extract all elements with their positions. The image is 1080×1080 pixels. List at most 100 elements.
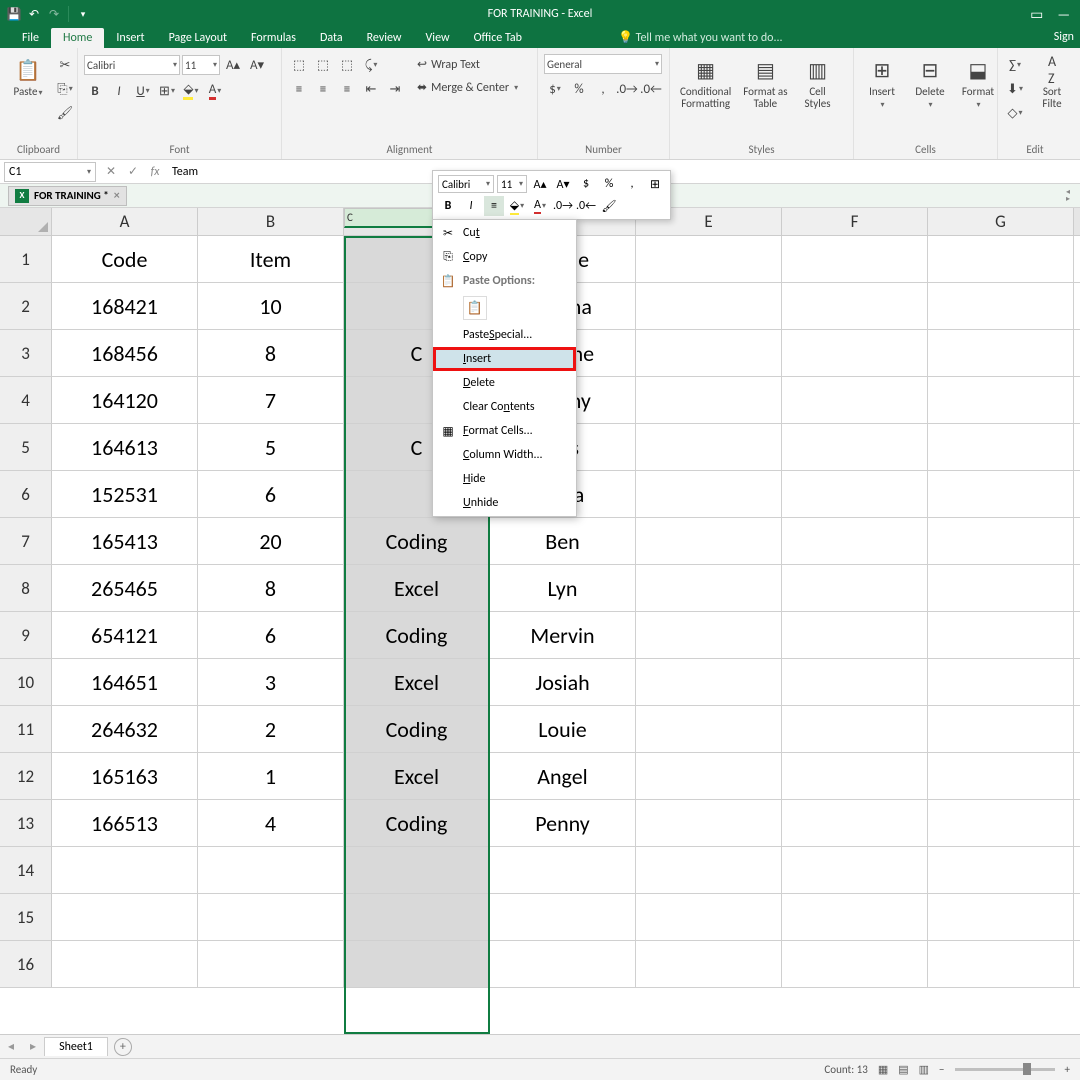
tab-review[interactable]: Review [355,28,414,48]
cell[interactable]: Lyn [490,565,636,611]
cell[interactable]: 168456 [52,330,198,376]
cell[interactable] [782,612,928,658]
mini-font-size[interactable]: 11▾ [497,175,527,193]
cell[interactable]: Excel [344,659,490,705]
row-header[interactable]: 8 [0,565,52,611]
decrease-decimal-icon[interactable]: .0← [640,78,662,100]
conditional-formatting-button[interactable]: ▦Conditional Formatting [676,54,735,112]
align-left-icon[interactable]: ≡ [288,78,310,100]
cell[interactable] [198,894,344,940]
mini-grow-font-icon[interactable]: A▴ [530,174,550,194]
row-header[interactable]: 2 [0,283,52,329]
insert-cells-button[interactable]: ⊞Insert▾ [860,54,904,113]
cell[interactable] [636,894,782,940]
increase-indent-icon[interactable]: ⇥ [384,78,406,100]
format-cells-button[interactable]: ⬓Format▾ [956,54,1000,113]
tab-view[interactable]: View [414,28,462,48]
cell[interactable] [928,706,1074,752]
clear-icon[interactable]: ◇▾ [1004,102,1026,124]
cell[interactable]: 164613 [52,424,198,470]
cell[interactable] [782,565,928,611]
cell[interactable] [636,753,782,799]
cell[interactable] [928,612,1074,658]
cell[interactable] [928,753,1074,799]
zoom-out-button[interactable]: − [939,1063,944,1076]
row-header[interactable]: 10 [0,659,52,705]
minimize-icon[interactable]: — [1057,6,1070,23]
copy-icon[interactable]: ⎘▾ [54,78,76,100]
confirm-entry-icon[interactable]: ✓ [122,164,144,179]
mini-font-color-icon[interactable]: A▾ [530,196,550,216]
font-family-select[interactable]: Calibri▾ [84,55,180,75]
ctx-delete[interactable]: Delete [433,371,576,395]
cell[interactable] [782,800,928,846]
cell[interactable]: 4 [198,800,344,846]
cell[interactable]: 20 [198,518,344,564]
cell[interactable]: Louie [490,706,636,752]
cell[interactable]: Excel [344,565,490,611]
view-page-layout-icon[interactable]: ▤ [898,1063,908,1076]
cell[interactable] [52,941,198,987]
cell[interactable] [928,847,1074,893]
sheet-nav-next-icon[interactable]: ▸ [22,1039,44,1054]
cell[interactable] [782,283,928,329]
delete-cells-button[interactable]: ⊟Delete▾ [908,54,952,113]
cell[interactable] [344,894,490,940]
mini-percent-icon[interactable]: % [599,174,619,194]
mini-shrink-font-icon[interactable]: A▾ [553,174,573,194]
cell[interactable] [636,847,782,893]
cell[interactable]: 164120 [52,377,198,423]
mini-format-painter-icon[interactable]: 🖌 [599,196,619,216]
cell[interactable]: 2 [198,706,344,752]
cell[interactable] [636,518,782,564]
mini-font-family[interactable]: Calibri▾ [438,175,494,193]
cell[interactable]: 264632 [52,706,198,752]
undo-icon[interactable]: ↶ [26,6,42,22]
cell[interactable]: Item [198,236,344,282]
row-header[interactable]: 13 [0,800,52,846]
sheet-tab-sheet1[interactable]: Sheet1 [44,1037,108,1056]
format-as-table-button[interactable]: ▤Format as Table [739,54,791,112]
cell[interactable]: 165413 [52,518,198,564]
cell[interactable] [636,283,782,329]
cell[interactable] [782,424,928,470]
cancel-entry-icon[interactable]: ✕ [100,164,122,179]
cell[interactable]: 166513 [52,800,198,846]
redo-icon[interactable]: ↷ [46,6,62,22]
italic-button[interactable]: I [108,80,130,102]
cell[interactable]: Coding [344,518,490,564]
cell[interactable] [928,424,1074,470]
cell[interactable] [782,894,928,940]
tab-file[interactable]: File [10,28,51,48]
fill-color-button[interactable]: ⬙▾ [180,80,202,102]
sheet-nav-prev-icon[interactable]: ◂ [0,1039,22,1054]
cell[interactable]: 1 [198,753,344,799]
cell[interactable]: Excel [344,753,490,799]
cell[interactable] [636,941,782,987]
cell[interactable]: Code [52,236,198,282]
cell[interactable] [344,847,490,893]
tab-page-layout[interactable]: Page Layout [157,28,239,48]
col-header-G[interactable]: G [928,208,1074,235]
row-header[interactable]: 16 [0,941,52,987]
cell[interactable]: Coding [344,800,490,846]
fill-icon[interactable]: ⬇▾ [1004,78,1026,100]
cell[interactable] [636,659,782,705]
cell[interactable] [782,847,928,893]
cell[interactable]: 3 [198,659,344,705]
cell[interactable] [928,236,1074,282]
ctx-column-width[interactable]: Column Width... [433,443,576,467]
cell[interactable] [928,283,1074,329]
cell[interactable] [344,941,490,987]
ctx-insert[interactable]: Insert [433,347,576,371]
cell[interactable] [928,894,1074,940]
cell[interactable]: 8 [198,565,344,611]
row-header[interactable]: 12 [0,753,52,799]
cell[interactable] [928,518,1074,564]
fx-icon[interactable]: fx [144,165,166,179]
mini-border-icon[interactable]: ⊞ [645,174,665,194]
cell[interactable] [782,330,928,376]
cell[interactable] [490,941,636,987]
sign-in[interactable]: Sign [1054,30,1074,44]
mini-currency-icon[interactable]: $ [576,174,596,194]
